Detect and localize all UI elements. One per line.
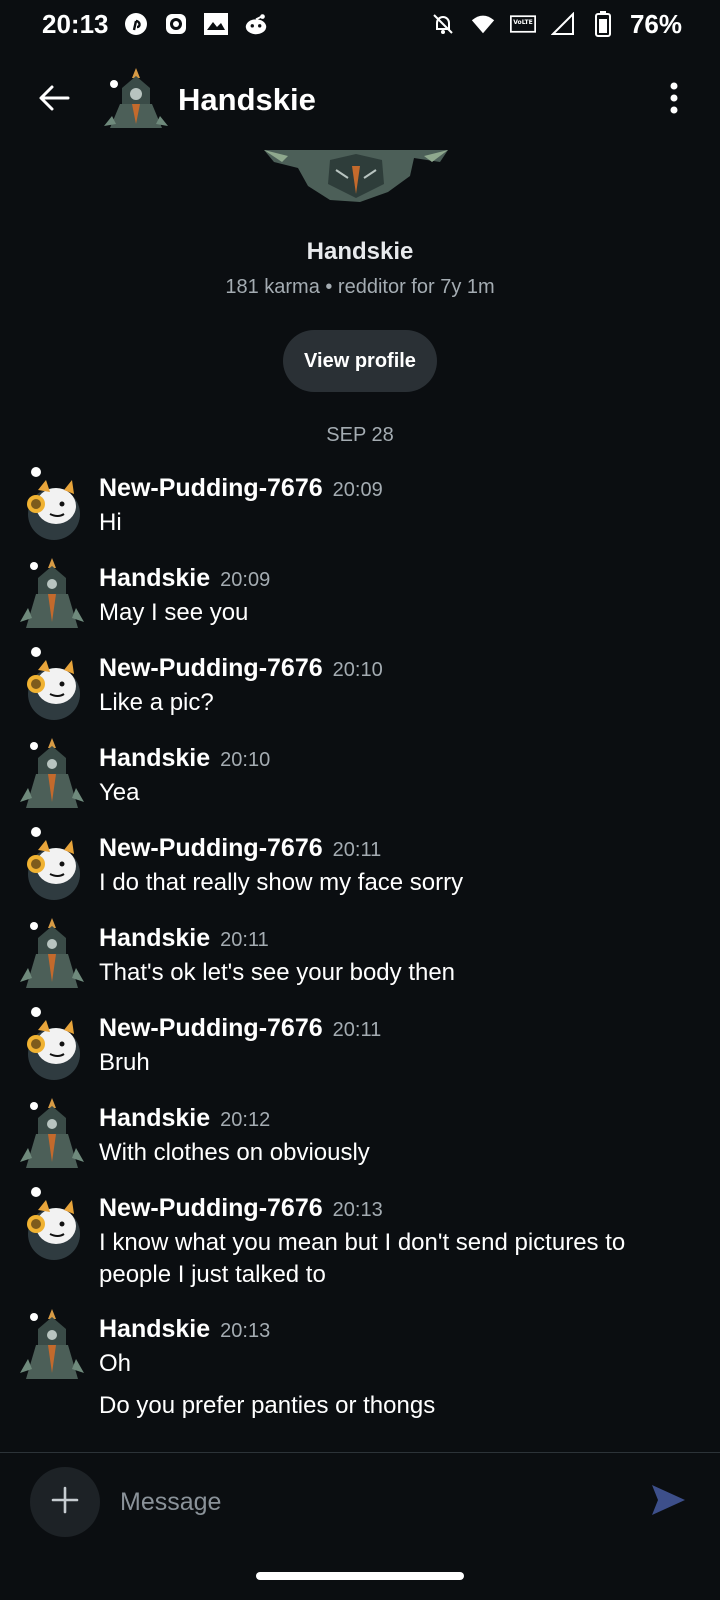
pudding-avatar[interactable] bbox=[20, 466, 84, 542]
message-composer bbox=[0, 1466, 720, 1538]
message-header: Handskie 20:13 bbox=[99, 1301, 720, 1344]
message-text: Like a pic? bbox=[99, 689, 214, 716]
message-text: Hi bbox=[99, 509, 122, 536]
pinterest-icon bbox=[123, 11, 149, 37]
message-header: New-Pudding-7676 20:10 bbox=[99, 640, 720, 683]
message-author[interactable]: Handskie bbox=[99, 744, 210, 773]
handskie-avatar[interactable] bbox=[20, 736, 84, 812]
gallery-icon bbox=[203, 11, 229, 37]
message-item: New-Pudding-7676 20:11 Bruh bbox=[0, 1000, 720, 1080]
message-author[interactable]: New-Pudding-7676 bbox=[99, 1014, 323, 1043]
message-time: 20:10 bbox=[332, 659, 383, 681]
volte-icon: VoLTE bbox=[509, 11, 536, 37]
message-header: New-Pudding-7676 20:11 bbox=[99, 820, 720, 863]
pudding-avatar[interactable] bbox=[20, 1006, 84, 1082]
message-header: New-Pudding-7676 20:11 bbox=[99, 1000, 720, 1043]
profile-karma-meta: 181 karma • redditor for 7y 1m bbox=[225, 276, 495, 298]
message-author[interactable]: Handskie bbox=[99, 924, 210, 953]
message-text: Yea bbox=[99, 779, 140, 806]
handskie-avatar[interactable] bbox=[20, 1307, 84, 1383]
app-header: Handskie bbox=[0, 52, 720, 148]
handskie-avatar[interactable] bbox=[20, 1096, 84, 1172]
message-item: Handskie 20:11 That's ok let's see your … bbox=[0, 910, 720, 990]
more-options-button[interactable] bbox=[652, 78, 696, 122]
send-button[interactable] bbox=[644, 1478, 692, 1526]
status-right: VoLTE 76% bbox=[430, 9, 682, 40]
message-header: Handskie 20:11 bbox=[99, 910, 720, 953]
header-avatar[interactable] bbox=[100, 64, 172, 136]
message-item: New-Pudding-7676 20:09 Hi bbox=[0, 460, 720, 540]
reddit-icon bbox=[243, 11, 269, 37]
date-divider: SEP 28 bbox=[326, 424, 394, 446]
svg-text:VoLTE: VoLTE bbox=[513, 19, 533, 26]
handskie-avatar[interactable] bbox=[20, 556, 84, 632]
message-input[interactable] bbox=[118, 1486, 644, 1518]
status-left: 20:13 bbox=[42, 9, 269, 40]
message-author[interactable]: New-Pudding-7676 bbox=[99, 474, 323, 503]
message-author[interactable]: New-Pudding-7676 bbox=[99, 834, 323, 863]
status-bar: 20:13 VoLTE 76% bbox=[0, 0, 720, 48]
message-item: Handskie 20:13 Oh Do you prefer panties … bbox=[0, 1301, 720, 1422]
message-header: New-Pudding-7676 20:13 bbox=[99, 1180, 720, 1223]
profile-avatar bbox=[264, 150, 448, 206]
message-text: May I see you bbox=[99, 599, 249, 626]
battery-icon bbox=[590, 11, 616, 37]
message-item: Handskie 20:10 Yea bbox=[0, 730, 720, 810]
back-button[interactable] bbox=[30, 76, 78, 124]
message-time: 20:10 bbox=[220, 749, 271, 771]
profile-name: Handskie bbox=[306, 238, 414, 265]
view-profile-button[interactable]: View profile bbox=[283, 330, 437, 392]
notifications-off-icon bbox=[430, 11, 456, 37]
header-title: Handskie bbox=[178, 82, 316, 117]
message-item: Handskie 20:09 May I see you bbox=[0, 550, 720, 630]
message-header: New-Pudding-7676 20:09 bbox=[99, 460, 720, 503]
add-attachment-button[interactable] bbox=[30, 1467, 100, 1537]
message-text: Bruh bbox=[99, 1049, 150, 1076]
status-time: 20:13 bbox=[42, 8, 109, 39]
message-text: That's ok let's see your body then bbox=[99, 959, 456, 986]
app-icon bbox=[163, 11, 189, 37]
handskie-avatar[interactable] bbox=[20, 916, 84, 992]
battery-percent: 76% bbox=[629, 8, 682, 39]
message-author[interactable]: Handskie bbox=[99, 1104, 210, 1133]
wifi-icon bbox=[470, 11, 496, 37]
message-time: 20:11 bbox=[332, 839, 382, 861]
composer-divider bbox=[0, 1452, 720, 1453]
pudding-avatar[interactable] bbox=[20, 826, 84, 902]
message-header: Handskie 20:09 bbox=[99, 550, 720, 593]
message-item: New-Pudding-7676 20:13 I know what you m… bbox=[0, 1180, 720, 1291]
arrow-left-icon bbox=[36, 80, 72, 121]
message-text: Do you prefer panties or thongs bbox=[99, 1392, 436, 1419]
message-header: Handskie 20:10 bbox=[99, 730, 720, 773]
message-time: 20:11 bbox=[332, 1019, 382, 1041]
message-time: 20:13 bbox=[332, 1199, 383, 1221]
message-author[interactable]: Handskie bbox=[99, 564, 210, 593]
message-item: Handskie 20:12 With clothes on obviously bbox=[0, 1090, 720, 1170]
message-item: New-Pudding-7676 20:10 Like a pic? bbox=[0, 640, 720, 720]
more-vertical-icon bbox=[668, 80, 680, 121]
message-text: I know what you mean but I don't send pi… bbox=[99, 1229, 626, 1288]
message-time: 20:09 bbox=[220, 569, 271, 591]
pudding-avatar[interactable] bbox=[20, 646, 84, 722]
signal-icon bbox=[550, 11, 576, 37]
message-time: 20:09 bbox=[332, 479, 383, 501]
message-author[interactable]: New-Pudding-7676 bbox=[99, 1194, 323, 1223]
send-icon bbox=[649, 1481, 687, 1524]
message-text: Oh bbox=[99, 1350, 132, 1377]
message-author[interactable]: New-Pudding-7676 bbox=[99, 654, 323, 683]
message-time: 20:12 bbox=[220, 1109, 271, 1131]
message-time: 20:11 bbox=[220, 929, 269, 951]
message-text: With clothes on obviously bbox=[99, 1139, 370, 1166]
plus-icon bbox=[50, 1485, 80, 1520]
message-author[interactable]: Handskie bbox=[99, 1315, 210, 1344]
message-time: 20:13 bbox=[220, 1320, 271, 1342]
message-list: New-Pudding-7676 20:09 Hi Handskie 20:09… bbox=[0, 460, 720, 1432]
message-item: New-Pudding-7676 20:11 I do that really … bbox=[0, 820, 720, 900]
message-header: Handskie 20:12 bbox=[99, 1090, 720, 1133]
pudding-avatar[interactable] bbox=[20, 1186, 84, 1262]
home-indicator[interactable] bbox=[256, 1572, 464, 1580]
message-text: I do that really show my face sorry bbox=[99, 869, 464, 896]
